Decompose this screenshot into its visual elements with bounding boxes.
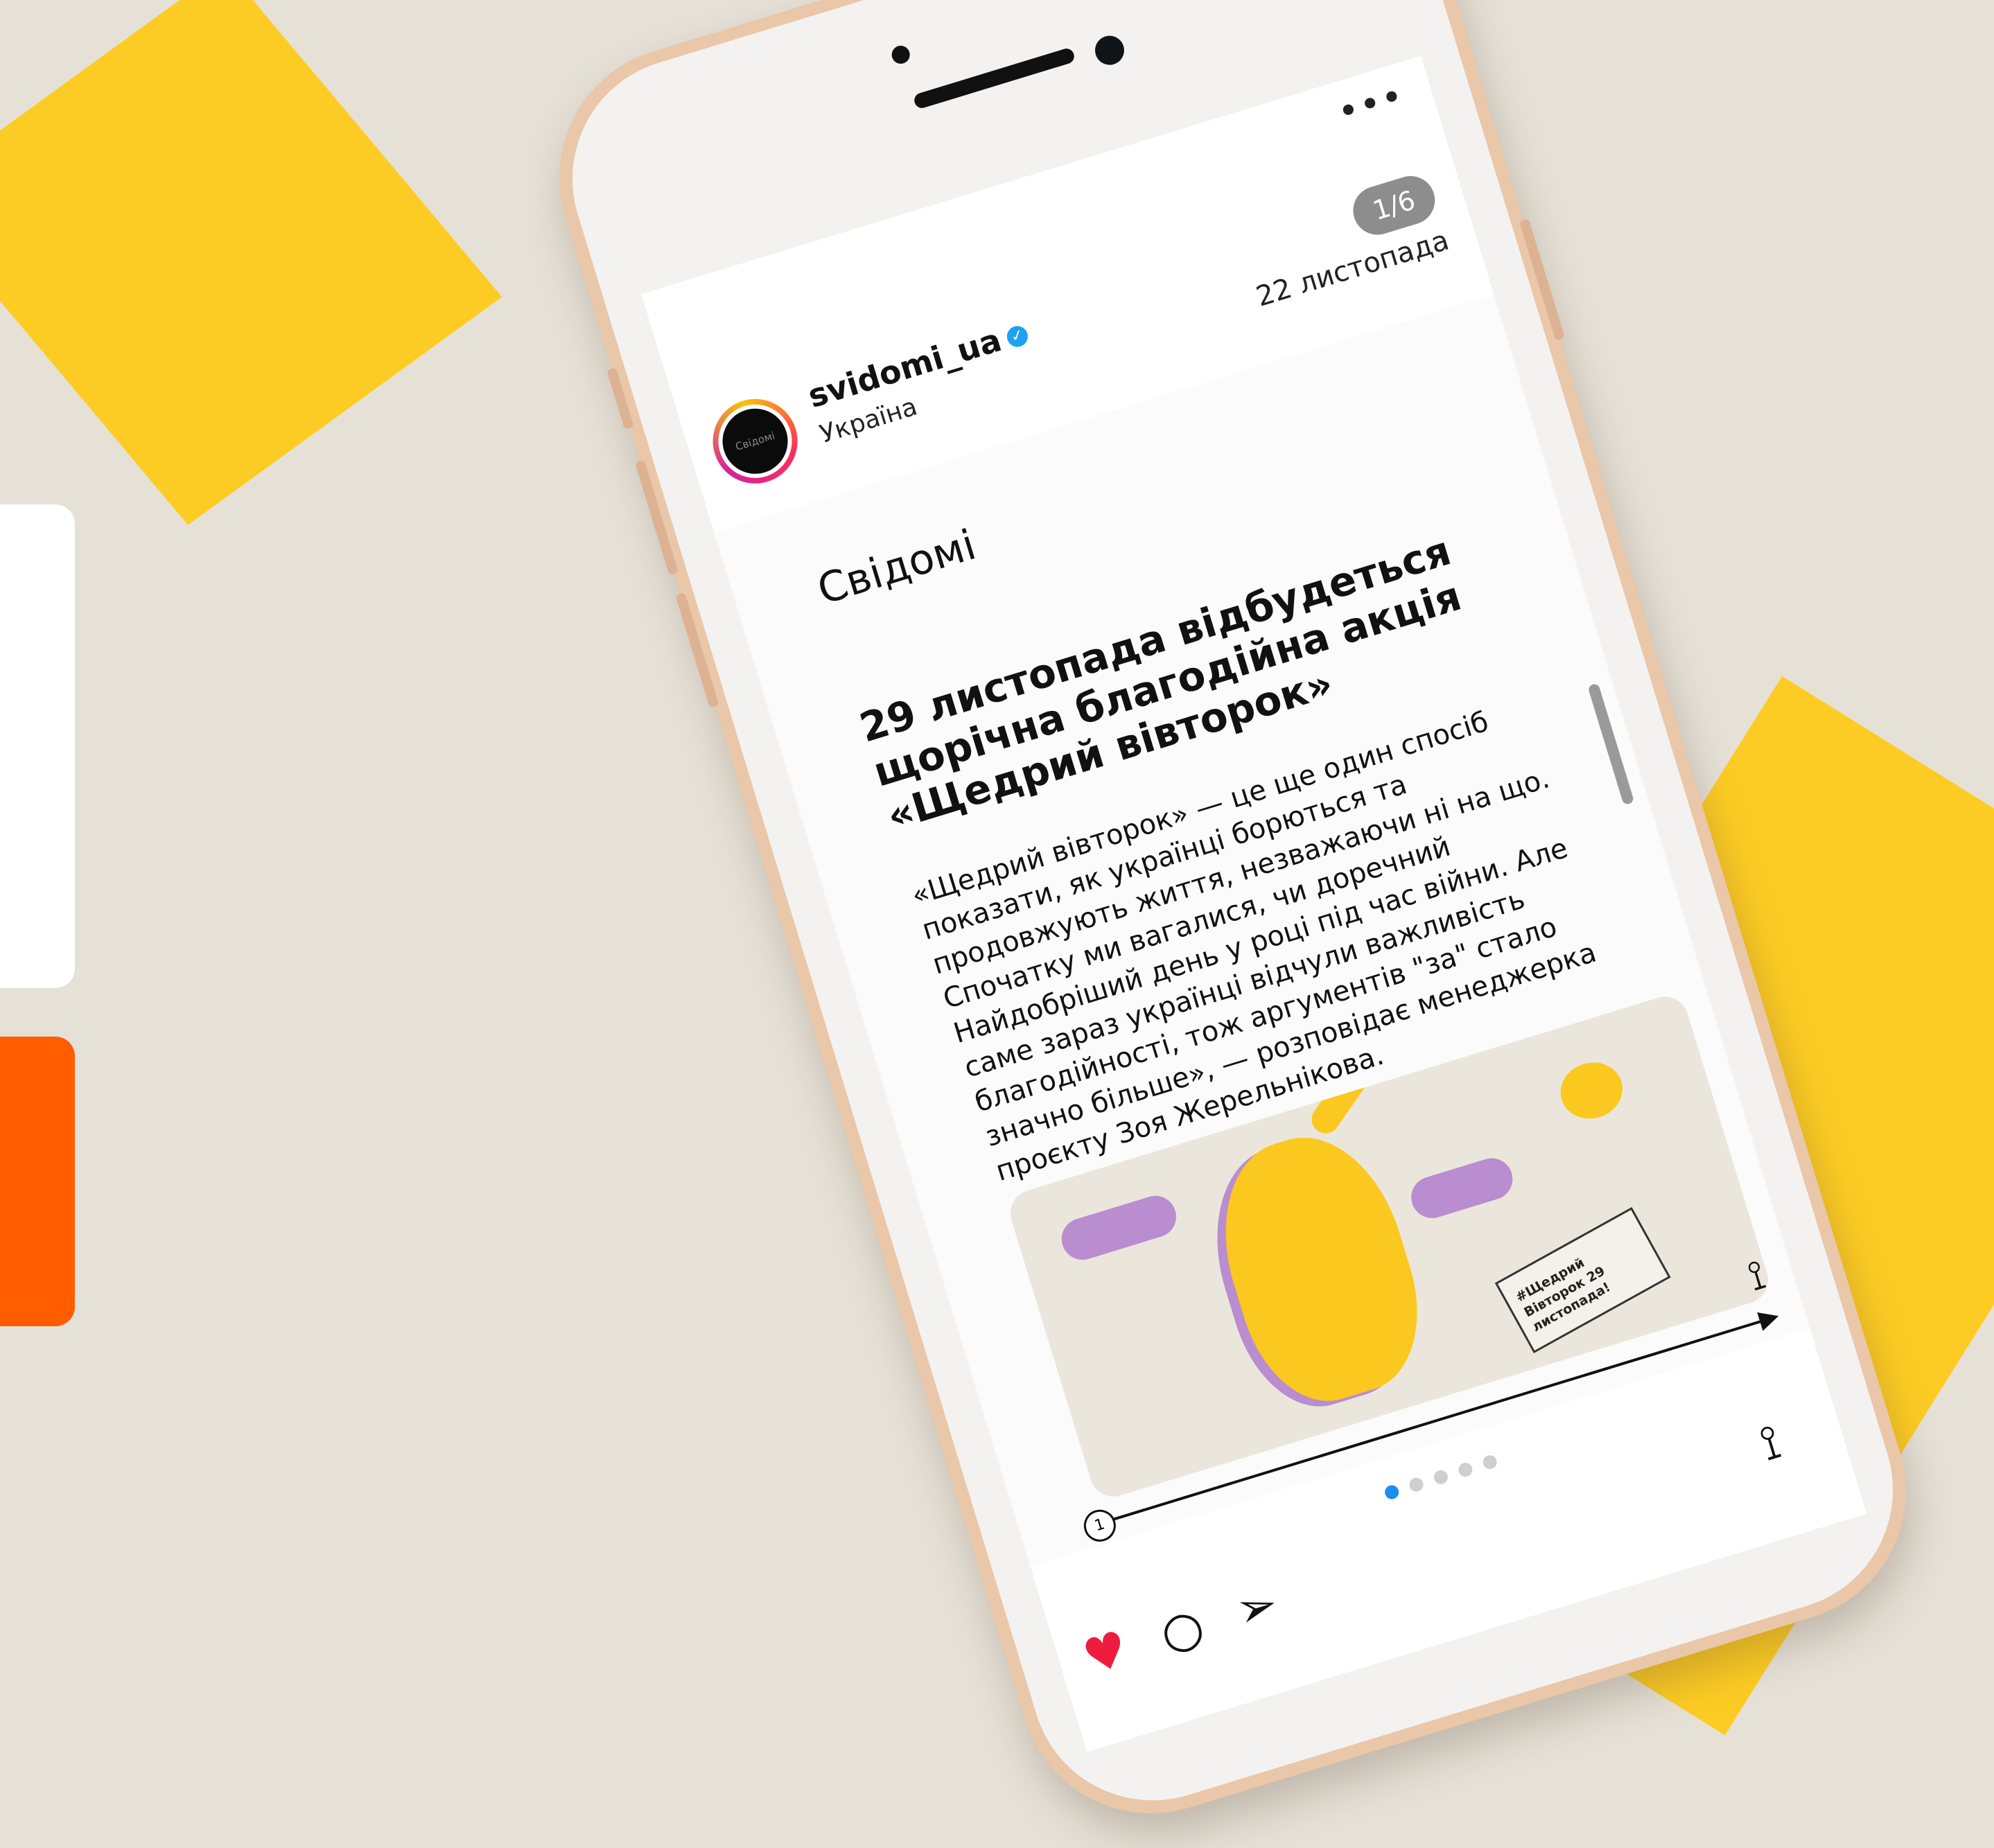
cloud-illustration <box>1406 1153 1518 1224</box>
carousel-dots <box>1383 1451 1508 1504</box>
chick-illustration <box>1553 1055 1630 1127</box>
white-card-decoration <box>0 504 75 988</box>
avatar-image: Свідомі <box>714 401 796 482</box>
carousel-dot[interactable] <box>1432 1468 1450 1486</box>
bookmark-icon[interactable]: ⟟ <box>1754 1413 1787 1473</box>
carousel-dot[interactable] <box>1408 1476 1426 1494</box>
brand-logo-text: Свідомі <box>812 520 981 615</box>
illustration-sign: #Щедрий Вівторок 29 листопада! <box>1494 1207 1671 1354</box>
comment-icon[interactable]: ○ <box>1153 1596 1210 1663</box>
arrow-right-icon <box>1757 1306 1782 1331</box>
phone-mockup: ••• Свідомі svidomi_ua ✓ Україна 1/6 22 л… <box>527 0 1939 1847</box>
yellow-square-decoration <box>0 0 502 525</box>
avatar[interactable]: Свідомі <box>702 388 808 494</box>
carousel-dot[interactable] <box>1383 1484 1401 1501</box>
post-slide[interactable]: Свідомі 29 листопада відбудеться щорічна… <box>714 294 1810 1567</box>
orange-card-decoration <box>0 1037 75 1326</box>
action-bar: ♥ ○ ➢ <box>1076 1564 1316 1687</box>
paper-plane-icon[interactable]: ➢ <box>1229 1574 1284 1640</box>
bear-illustration <box>1198 1116 1442 1420</box>
verified-badge-icon: ✓ <box>1004 323 1031 349</box>
post-date: 22 листопада <box>1252 224 1453 313</box>
carousel-dot[interactable] <box>1457 1461 1475 1479</box>
carousel-dot[interactable] <box>1481 1453 1499 1471</box>
username-link[interactable]: svidomi_ua ✓ <box>804 313 1033 415</box>
more-options-icon[interactable]: ••• <box>1333 75 1410 134</box>
slide-number: 1 <box>1080 1506 1120 1546</box>
cloud-illustration <box>1056 1190 1182 1265</box>
heart-icon[interactable]: ♥ <box>1076 1619 1135 1687</box>
